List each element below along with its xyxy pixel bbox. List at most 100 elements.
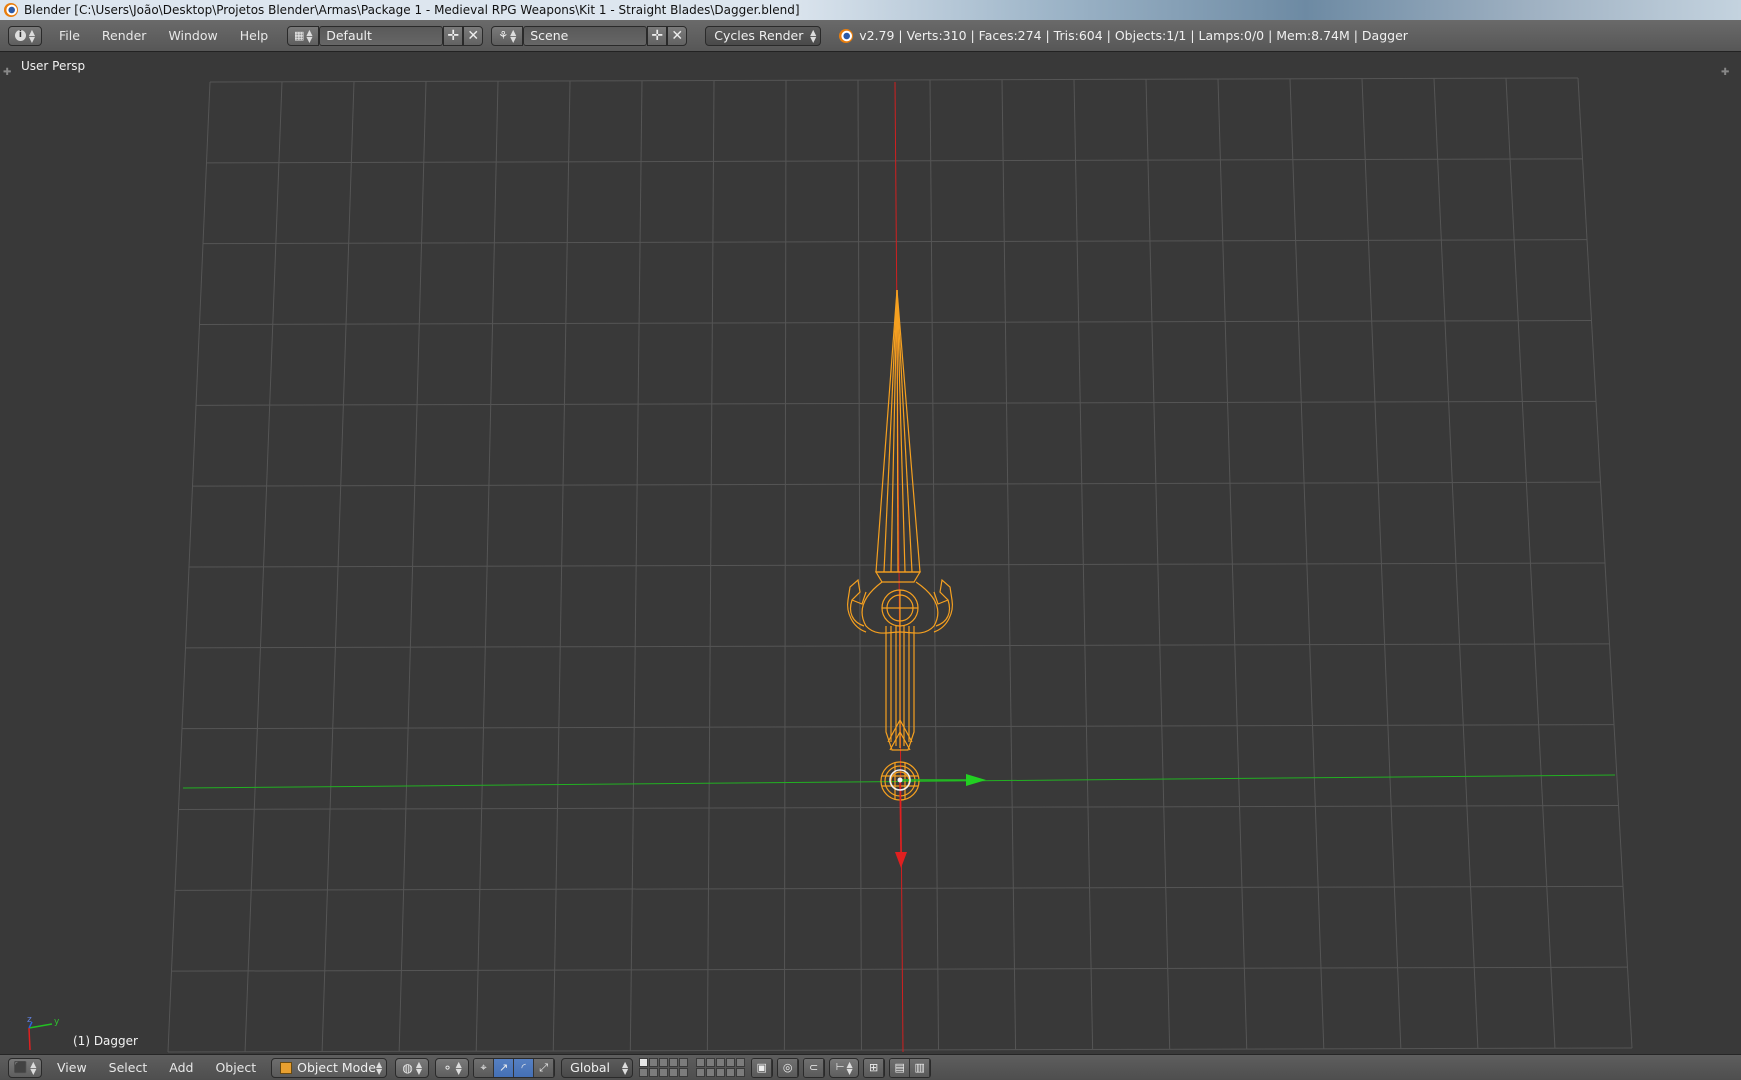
- menu-file[interactable]: File: [48, 28, 91, 43]
- grid-line: [185, 643, 1610, 649]
- grid-line: [181, 724, 1615, 730]
- blender-logo-icon: [839, 28, 854, 43]
- snap-element-dropdown[interactable]: ⊢ ▲ ▼: [829, 1057, 860, 1078]
- x-axis-line: [894, 81, 904, 1053]
- pivot-point-icon: ⚬: [442, 1060, 453, 1075]
- grid-line: [195, 400, 1597, 406]
- y-axis-arrow-icon: [966, 774, 986, 786]
- floor-grid: [167, 77, 1633, 1053]
- menu-view[interactable]: View: [46, 1060, 98, 1075]
- widget-z-label: z: [27, 1015, 32, 1025]
- manipulator-toggle-icon[interactable]: ⌖: [474, 1058, 495, 1077]
- close-icon: ✕: [671, 27, 684, 44]
- updown-arrows-icon: ▲ ▼: [306, 27, 313, 44]
- grid-line: [209, 77, 1579, 83]
- view-perspective-label: User Persp: [21, 59, 86, 73]
- grid-line: [178, 805, 1619, 810]
- scene-field[interactable]: Scene: [523, 25, 648, 46]
- translate-icon[interactable]: ↗: [494, 1058, 515, 1077]
- snap-target-button[interactable]: ⊞: [863, 1057, 886, 1078]
- window-title: Blender [C:\Users\João\Desktop\Projetos …: [24, 3, 800, 17]
- scene-statistics: v2.79 | Verts:310 | Faces:274 | Tris:604…: [859, 28, 1408, 43]
- add-screen-button[interactable]: ✛: [443, 25, 464, 46]
- scene-icon: ⚘: [498, 29, 509, 42]
- menu-add[interactable]: Add: [158, 1060, 204, 1075]
- screen-layout-icon: ▦: [293, 29, 305, 42]
- x-axis-arrow-icon: [895, 852, 907, 868]
- viewport-shading-dropdown[interactable]: ◍ ▲ ▼: [395, 1057, 430, 1078]
- grid-line: [192, 481, 1601, 487]
- render-engine-dropdown[interactable]: Cycles Render ▲ ▼: [705, 25, 822, 46]
- opengl-render-icon[interactable]: ▤: [890, 1058, 911, 1077]
- grid-line: [167, 1047, 1633, 1053]
- info-header: i ▲ ▼ File Render Window Help ▦ ▲ ▼ Defaul…: [0, 20, 1741, 52]
- snap-toggle-button[interactable]: ⊂: [803, 1057, 826, 1078]
- updown-arrows-icon: ▲ ▼: [30, 1059, 37, 1076]
- layers-grid-left[interactable]: [639, 1058, 689, 1077]
- updown-arrows-icon: ▲ ▼: [510, 27, 517, 44]
- proportional-edit-button[interactable]: ◎: [777, 1057, 800, 1078]
- opengl-render-buttons: ▤ ▥: [889, 1057, 932, 1078]
- delete-scene-button[interactable]: ✕: [667, 25, 688, 46]
- interaction-mode-dropdown[interactable]: Object Mode ▲ ▼: [271, 1057, 388, 1078]
- grid-line: [188, 562, 1606, 568]
- interaction-mode-value: Object Mode: [297, 1060, 376, 1075]
- menu-render[interactable]: Render: [91, 28, 158, 43]
- 3d-view-icon: ⬛: [13, 1061, 28, 1074]
- screen-layout-browse-button[interactable]: ▦ ▲ ▼: [287, 25, 320, 46]
- window-title-bar: Blender [C:\Users\João\Desktop\Projetos …: [0, 0, 1741, 20]
- widget-y-label: y: [54, 1017, 60, 1027]
- updown-arrows-icon: ▲ ▼: [376, 1059, 383, 1076]
- object-mode-icon: [280, 1061, 293, 1074]
- opengl-anim-icon[interactable]: ▥: [910, 1058, 931, 1077]
- dagger-object[interactable]: [847, 289, 953, 801]
- transform-orientation-value: Global: [570, 1060, 611, 1075]
- rotate-icon[interactable]: ◜: [514, 1058, 535, 1077]
- 3d-viewport[interactable]: z y ✚ ✚ User Persp (1) Dagger: [0, 52, 1741, 1054]
- scale-icon[interactable]: ⤢: [534, 1058, 555, 1077]
- updown-arrows-icon: ▲ ▼: [28, 27, 36, 44]
- snap-target-icon[interactable]: ⊞: [864, 1058, 885, 1077]
- screen-layout-name: Default: [326, 28, 372, 43]
- render-engine-value: Cycles Render: [714, 28, 804, 43]
- 3d-view-header: ⬛ ▲ ▼ View Select Add Object Object Mode …: [0, 1054, 1741, 1080]
- add-scene-button[interactable]: ✛: [647, 25, 668, 46]
- transform-orientation-dropdown[interactable]: Global ▲ ▼: [561, 1057, 634, 1078]
- lock-icon[interactable]: ▣: [752, 1058, 773, 1077]
- updown-arrows-icon: ▲ ▼: [455, 1059, 462, 1076]
- region-expand-icon[interactable]: ✚: [3, 67, 11, 78]
- plus-icon: ✛: [651, 27, 664, 44]
- layers-grid-right[interactable]: [696, 1058, 746, 1077]
- close-icon: ✕: [467, 27, 480, 44]
- viewport-canvas: z y: [27, 77, 1633, 1053]
- active-object-label: (1) Dagger: [73, 1034, 138, 1048]
- layer-lock-button[interactable]: ▣: [751, 1057, 774, 1078]
- grid-line: [174, 885, 1624, 891]
- scene-name: Scene: [530, 28, 569, 43]
- delete-screen-button[interactable]: ✕: [463, 25, 484, 46]
- grid-line: [206, 158, 1583, 164]
- menu-help[interactable]: Help: [229, 28, 280, 43]
- updown-arrows-icon: ▲ ▼: [622, 1059, 629, 1076]
- plus-icon: ✛: [447, 27, 460, 44]
- blender-logo-icon: [4, 3, 18, 17]
- pivot-point-dropdown[interactable]: ⚬ ▲ ▼: [435, 1057, 470, 1078]
- info-icon: i: [14, 30, 26, 41]
- updown-arrows-icon: ▲ ▼: [415, 1059, 422, 1076]
- axis-orientation-widget: z y: [27, 1015, 60, 1051]
- grid-line: [202, 239, 1588, 245]
- manipulator-buttons: ⌖ ↗ ◜ ⤢: [473, 1057, 556, 1078]
- proportional-edit-icon[interactable]: ◎: [778, 1058, 799, 1077]
- snap-icon[interactable]: ⊂: [804, 1058, 825, 1077]
- screen-layout-field[interactable]: Default: [319, 25, 444, 46]
- menu-window[interactable]: Window: [157, 28, 228, 43]
- grid-line: [171, 966, 1628, 972]
- menu-select[interactable]: Select: [98, 1060, 159, 1075]
- region-expand-icon[interactable]: ✚: [1721, 67, 1729, 78]
- menu-object[interactable]: Object: [204, 1060, 267, 1075]
- scene-browse-button[interactable]: ⚘ ▲ ▼: [491, 25, 524, 46]
- updown-arrows-icon: ▲ ▼: [810, 27, 817, 44]
- editor-type-selector[interactable]: ⬛ ▲ ▼: [8, 1057, 42, 1078]
- viewport-shading-icon: ◍: [402, 1060, 413, 1075]
- editor-type-selector[interactable]: i ▲ ▼: [8, 25, 42, 46]
